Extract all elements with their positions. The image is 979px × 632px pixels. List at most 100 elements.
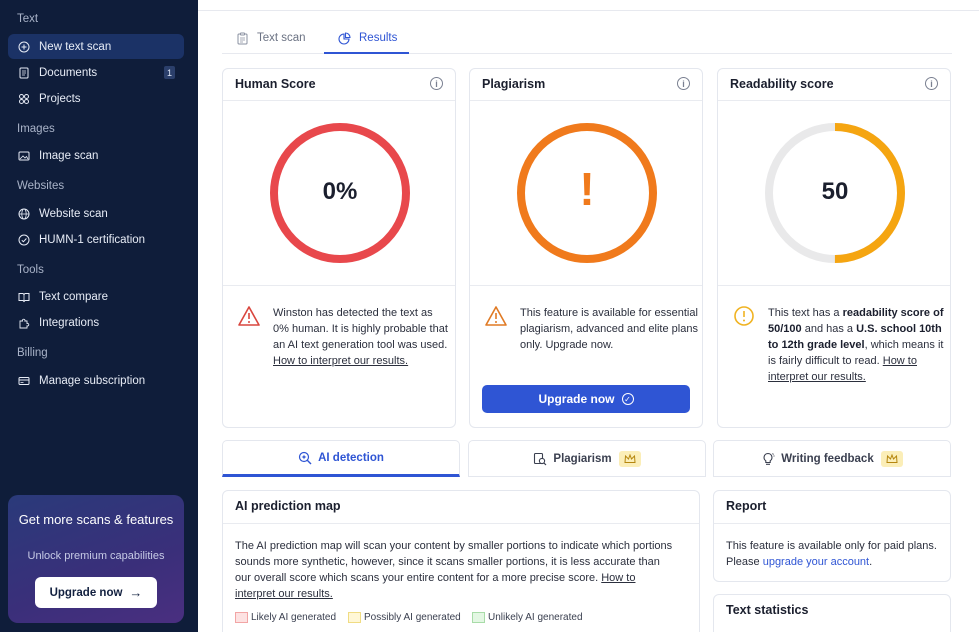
legend-swatch-red (235, 612, 248, 623)
pie-chart-icon (338, 31, 351, 45)
readability-note-text: and has a (804, 323, 854, 335)
tab-text-scan[interactable]: Text scan (236, 23, 306, 53)
sidebar-item-label: Image scan (39, 149, 99, 162)
document-search-icon (534, 452, 547, 465)
readability-value: 50 (821, 178, 849, 205)
card-divider (223, 100, 455, 101)
document-icon (18, 67, 30, 79)
sidebar-item-text-compare[interactable]: Text compare (8, 284, 184, 309)
sidebar-item-label: Projects (39, 92, 81, 105)
report-description: This feature is available only for paid … (726, 538, 942, 570)
section-billing: Billing (17, 347, 48, 359)
section-text: Text (17, 13, 39, 25)
subtab-ai-detection-label: AI detection (318, 451, 384, 464)
main-content: Text scan Results Human Score i 0% Winst… (198, 0, 979, 632)
clipboard-icon (237, 32, 248, 44)
subtab-writing-feedback[interactable]: Writing feedback (713, 440, 951, 477)
subtab-plagiarism[interactable]: Plagiarism (468, 440, 706, 477)
subtab-writing-feedback-label: Writing feedback (781, 452, 874, 465)
report-end: . (869, 556, 873, 568)
sidebar-item-projects[interactable]: Projects (8, 86, 184, 111)
promo-title: Get more scans & features (18, 512, 174, 527)
plagiarism-title: Plagiarism (482, 77, 546, 91)
sidebar-item-label: Integrations (39, 316, 100, 329)
plagiarism-symbol: ! (579, 163, 595, 215)
human-score-value: 0% (322, 178, 358, 205)
card-divider (718, 100, 950, 101)
projects-icon (18, 93, 30, 105)
card-divider (223, 285, 455, 286)
info-icon[interactable]: i (430, 77, 443, 90)
promo-upgrade-button[interactable]: Upgrade now → (35, 577, 157, 608)
sidebar: Text New text scan Documents 1 Projects … (0, 0, 198, 632)
upgrade-account-link[interactable]: upgrade your account (763, 556, 869, 568)
legend-label: Unlikely AI generated (488, 612, 583, 623)
legend-label: Possibly AI generated (364, 612, 461, 623)
sidebar-item-label: New text scan (39, 40, 112, 53)
report-title: Report (726, 499, 767, 513)
info-icon[interactable]: i (925, 77, 938, 90)
ai-prediction-map-card: AI prediction map The AI prediction map … (222, 490, 700, 632)
tab-results[interactable]: Results (338, 23, 397, 53)
ai-search-icon (298, 451, 312, 464)
section-images: Images (17, 123, 55, 135)
sidebar-item-manage-subscription[interactable]: Manage subscription (8, 368, 184, 393)
crown-icon (618, 450, 641, 467)
plus-circle-icon (18, 41, 30, 53)
interpret-results-link[interactable]: How to interpret our results. (273, 355, 408, 367)
info-icon[interactable]: i (677, 77, 690, 90)
sidebar-item-humn-certification[interactable]: HUMN-1 certification (8, 227, 184, 252)
plagiarism-note: This feature is available for essential … (520, 307, 698, 351)
tab-text-scan-label: Text scan (257, 32, 306, 44)
lightbulb-icon (763, 452, 775, 465)
promo-upgrade-label: Upgrade now (49, 586, 123, 599)
card-divider (470, 100, 702, 101)
human-score-title: Human Score (235, 77, 316, 91)
human-score-note: Winston has detected the text as 0% huma… (273, 305, 451, 369)
report-card: Report This feature is available only fo… (713, 490, 951, 582)
legend-swatch-yellow (348, 612, 361, 623)
readability-card: Readability score i 50 This text has a r… (717, 68, 951, 428)
check-circle-icon: ✓ (621, 393, 634, 405)
card-divider (470, 285, 702, 286)
arrow-right-icon: → (129, 585, 143, 600)
image-icon (18, 150, 30, 162)
subtab-ai-detection[interactable]: AI detection (222, 440, 460, 477)
readability-title: Readability score (730, 77, 834, 91)
plagiarism-gauge: ! (514, 120, 660, 266)
crown-icon (880, 450, 903, 467)
legend-possibly-ai: Possibly AI generated (348, 612, 461, 623)
human-score-note-text: Winston has detected the text as 0% huma… (273, 307, 448, 351)
warning-icon (485, 306, 507, 326)
text-statistics-title: Text statistics (726, 603, 809, 617)
legend-swatch-green (472, 612, 485, 623)
puzzle-icon (18, 317, 30, 329)
sidebar-item-integrations[interactable]: Integrations (8, 310, 184, 335)
upgrade-promo-card: Get more scans & features Unlock premium… (8, 495, 184, 623)
tab-results-label: Results (359, 32, 398, 44)
sidebar-item-label: Text compare (39, 290, 109, 303)
text-statistics-card: Text statistics (713, 594, 951, 632)
readability-note-text: This text has a (768, 307, 840, 319)
credit-card-icon (18, 375, 30, 387)
sidebar-item-image-scan[interactable]: Image scan (8, 143, 184, 168)
human-score-card: Human Score i 0% Winston has detected th… (222, 68, 456, 428)
sidebar-item-website-scan[interactable]: Website scan (8, 201, 184, 226)
plagiarism-upgrade-button[interactable]: Upgrade now ✓ (482, 385, 690, 413)
sidebar-item-label: HUMN-1 certification (39, 233, 146, 246)
sidebar-item-documents[interactable]: Documents 1 (8, 60, 184, 85)
plagiarism-card: Plagiarism i ! This feature is available… (469, 68, 703, 428)
section-tools: Tools (17, 264, 44, 276)
sidebar-item-label: Documents (39, 66, 98, 79)
prediction-title: AI prediction map (235, 499, 341, 513)
sidebar-item-label: Website scan (39, 207, 108, 220)
card-divider (714, 523, 950, 524)
top-divider (198, 10, 979, 11)
warning-icon (238, 306, 260, 326)
readability-gauge: 50 (762, 120, 908, 266)
book-icon (18, 291, 30, 303)
sidebar-item-new-text-scan[interactable]: New text scan (8, 34, 184, 59)
human-score-gauge: 0% (267, 120, 413, 266)
documents-count-badge: 1 (164, 66, 175, 79)
promo-subtitle: Unlock premium capabilities (27, 550, 165, 562)
